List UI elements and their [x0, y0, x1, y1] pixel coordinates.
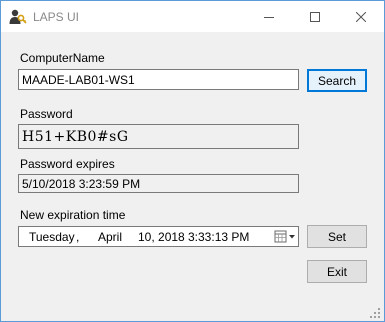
window-title: LAPS UI	[33, 10, 80, 24]
title-bar[interactable]: LAPS UI	[1, 1, 384, 32]
new-expiration-datetime-picker[interactable]: Tuesday , April 10, 2018 3:33:13 PM	[18, 226, 299, 247]
password-field[interactable]: H51+KB0#sG	[18, 124, 299, 149]
password-value: H51+KB0#sG	[22, 128, 129, 145]
resize-grip-icon[interactable]	[370, 307, 380, 318]
expiration-month[interactable]: April	[98, 230, 122, 244]
search-button[interactable]: Search	[307, 69, 367, 92]
password-expires-label: Password expires	[20, 157, 115, 171]
expiration-weekday[interactable]: Tuesday	[29, 230, 75, 244]
password-expires-value: 5/10/2018 3:23:59 PM	[22, 176, 141, 191]
close-button[interactable]	[338, 1, 384, 32]
exit-button-label: Exit	[326, 264, 347, 279]
maximize-button[interactable]	[292, 1, 338, 32]
minimize-button[interactable]	[246, 1, 292, 32]
password-label: Password	[20, 107, 73, 121]
close-icon	[356, 11, 366, 22]
set-button-label: Set	[327, 229, 346, 244]
expiration-separator: ,	[76, 230, 80, 244]
expiration-day-year[interactable]: 10, 2018	[138, 230, 185, 244]
maximize-icon	[310, 11, 320, 22]
minimize-icon	[264, 12, 274, 22]
computer-name-value: MAADE-LAB01-WS1	[22, 72, 135, 87]
search-button-label: Search	[317, 73, 357, 88]
calendar-dropdown-icon[interactable]	[274, 229, 298, 244]
computer-name-input[interactable]: MAADE-LAB01-WS1	[18, 69, 299, 90]
laps-ui-window: LAPS UI ComputerName MAADE-LAB01-WS1 Sea…	[0, 0, 385, 322]
password-expires-field[interactable]: 5/10/2018 3:23:59 PM	[18, 174, 299, 193]
set-button[interactable]: Set	[307, 225, 367, 248]
computer-name-label: ComputerName	[20, 51, 105, 65]
expiration-time[interactable]: 3:33:13 PM	[188, 230, 249, 244]
laps-user-key-icon	[9, 9, 27, 25]
new-expiration-label: New expiration time	[20, 208, 126, 222]
exit-button[interactable]: Exit	[307, 260, 367, 283]
